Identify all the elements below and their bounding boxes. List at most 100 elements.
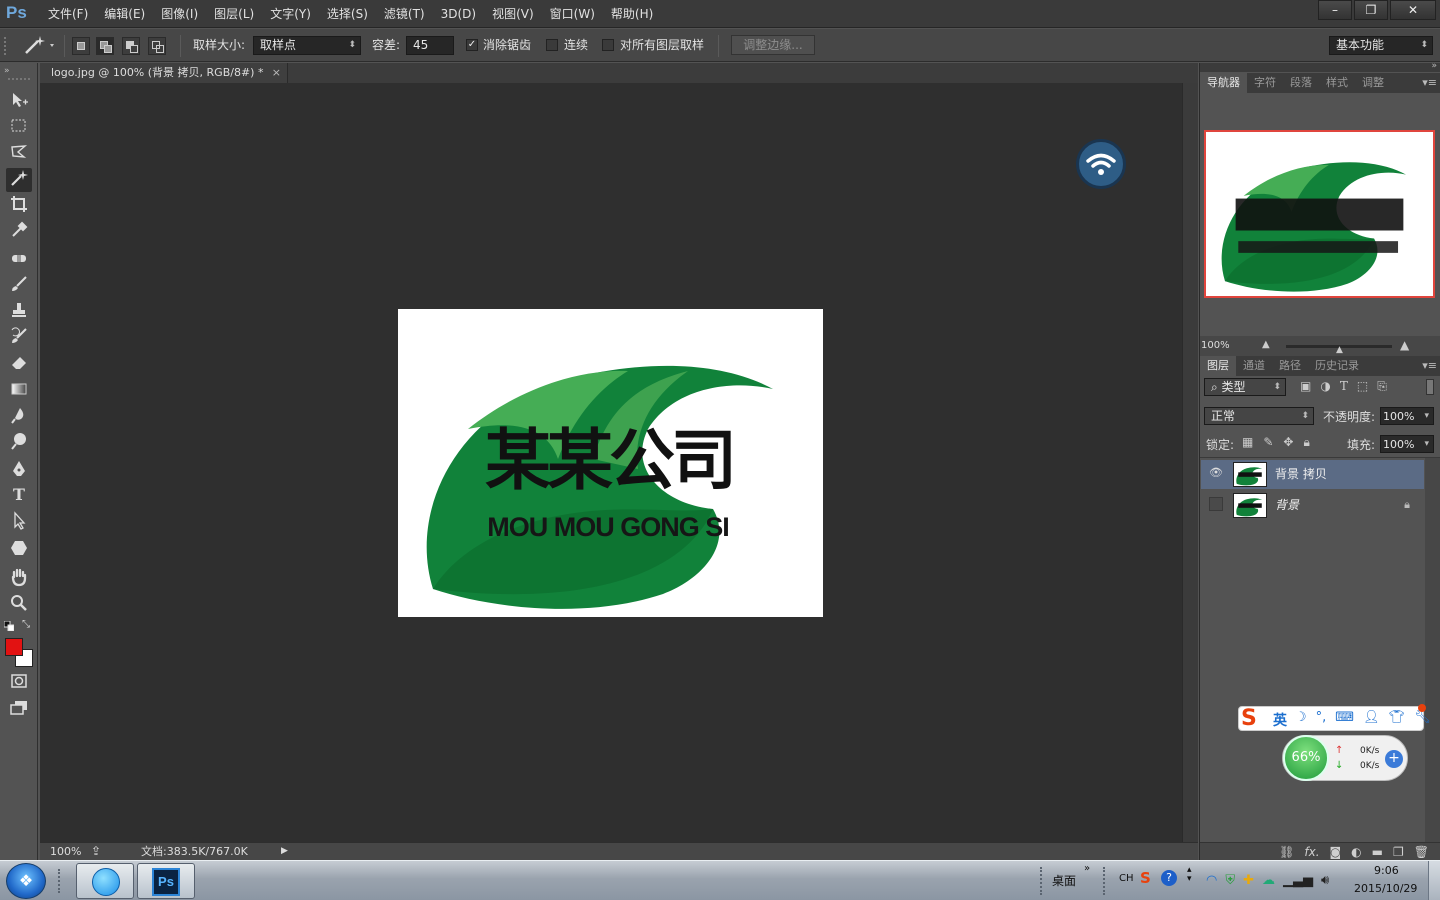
opacity-input[interactable]: 100% ▾ xyxy=(1380,407,1434,425)
skin-icon[interactable]: 👕︎ xyxy=(1389,710,1406,725)
tab-character[interactable]: 字符 xyxy=(1247,73,1283,93)
close-button[interactable]: ✕ xyxy=(1390,0,1436,20)
status-menu-arrow-icon[interactable]: ▶ xyxy=(281,843,288,860)
user-icon[interactable]: 👤︎ xyxy=(1363,710,1380,725)
new-selection-button[interactable] xyxy=(72,37,90,55)
foreground-color-swatch[interactable] xyxy=(5,638,23,656)
zoom-in-icon[interactable]: ▲ xyxy=(1400,335,1409,355)
type-filter-icon[interactable]: T xyxy=(1340,379,1348,394)
moon-icon[interactable]: ☽ xyxy=(1295,710,1307,725)
menu-layer[interactable]: 图层(L) xyxy=(206,0,262,28)
options-bar-grip[interactable] xyxy=(4,37,10,55)
lock-position-icon[interactable]: ✥ xyxy=(1283,435,1293,450)
layer-filter-select[interactable]: ⌕ 类型 ⬍ xyxy=(1204,378,1286,396)
gradient-tool[interactable] xyxy=(6,379,32,403)
memory-usage-ball[interactable]: 66% xyxy=(1283,735,1329,781)
contiguous-checkbox[interactable] xyxy=(546,39,558,51)
layer-row-background[interactable]: 背景 🔒︎ xyxy=(1201,491,1424,520)
sample-size-select[interactable]: 取样点 ⬍ xyxy=(253,36,361,55)
panel-menu-icon[interactable]: ▾≡ xyxy=(1422,356,1437,376)
tolerance-input[interactable]: 45 xyxy=(406,36,454,55)
screen-mode-button[interactable] xyxy=(6,697,32,721)
close-tab-icon[interactable]: × xyxy=(272,63,281,83)
dodge-tool[interactable] xyxy=(6,431,32,455)
sample-all-layers-checkbox[interactable] xyxy=(602,39,614,51)
signal-icon[interactable]: ▁▃▅ xyxy=(1283,873,1313,888)
sogou-logo-icon[interactable]: S xyxy=(1241,707,1269,731)
zoom-out-icon[interactable]: ▲ xyxy=(1262,335,1270,355)
history-brush-tool[interactable] xyxy=(6,326,32,350)
add-to-selection-button[interactable] xyxy=(96,37,114,55)
toolbar-expand-icon[interactable]: » xyxy=(1084,863,1090,874)
swap-colors-icon[interactable]: ⤡ xyxy=(22,619,30,630)
workspace-select[interactable]: 基本功能 ⬍ xyxy=(1329,36,1433,55)
zoom-tool[interactable] xyxy=(6,593,32,617)
input-language[interactable]: CH xyxy=(1119,873,1134,884)
shape-tool[interactable] xyxy=(6,538,32,562)
taskbar-app-photoshop[interactable]: Ps xyxy=(137,863,195,899)
lock-all-icon[interactable]: 🔒︎ xyxy=(1303,435,1309,450)
cloud-icon[interactable]: ☁︎ xyxy=(1262,873,1275,888)
pen-tool[interactable] xyxy=(6,459,32,483)
desktop-toolbar-label[interactable]: 桌面 xyxy=(1052,872,1076,889)
menu-file[interactable]: 文件(F) xyxy=(40,0,96,28)
help-icon[interactable]: ? xyxy=(1161,870,1177,886)
move-tool[interactable] xyxy=(6,90,32,114)
filter-toggle-switch[interactable] xyxy=(1426,379,1434,395)
link-layers-icon[interactable]: ⛓︎ xyxy=(1279,845,1294,859)
menu-type[interactable]: 文字(Y) xyxy=(262,0,319,28)
panel-menu-icon[interactable]: ▾≡ xyxy=(1422,73,1437,93)
wrench-icon[interactable]: 🔧︎ xyxy=(1414,710,1431,725)
keyboard-icon[interactable]: ⌨ xyxy=(1335,710,1354,725)
eraser-tool[interactable] xyxy=(6,352,32,376)
crop-tool[interactable] xyxy=(6,194,32,218)
menu-filter[interactable]: 滤镜(T) xyxy=(376,0,433,28)
clock-time[interactable]: 9:06 xyxy=(1374,864,1399,877)
adjustment-layer-icon[interactable]: ◐ xyxy=(1351,845,1361,859)
trash-icon[interactable]: 🗑︎ xyxy=(1414,845,1429,859)
menu-image[interactable]: 图像(I) xyxy=(153,0,206,28)
eye-icon[interactable]: 👁︎ xyxy=(1209,466,1223,480)
accelerate-icon[interactable]: + xyxy=(1385,750,1403,768)
layer-name[interactable]: 背景 拷贝 xyxy=(1275,460,1327,489)
clone-stamp-tool[interactable] xyxy=(6,300,32,324)
visibility-toggle[interactable] xyxy=(1209,497,1223,511)
lasso-tool[interactable] xyxy=(6,142,32,166)
layers-scrollbar[interactable] xyxy=(1425,458,1440,842)
tool-preset-picker[interactable] xyxy=(20,33,58,58)
refine-edge-button[interactable]: 调整边缘... xyxy=(731,35,815,55)
tab-channels[interactable]: 通道 xyxy=(1236,356,1272,376)
floating-wifi-widget[interactable] xyxy=(1076,139,1126,189)
tab-layers[interactable]: 图层 xyxy=(1200,356,1236,376)
document-tab[interactable]: logo.jpg @ 100% (背景 拷贝, RGB/8#) * × xyxy=(40,63,288,83)
tab-styles[interactable]: 样式 xyxy=(1319,73,1355,93)
zoom-slider[interactable]: ▲ xyxy=(1286,345,1392,355)
sogou-tray-icon[interactable]: S xyxy=(1140,869,1151,887)
subtract-from-selection-button[interactable] xyxy=(122,37,140,55)
volume-icon[interactable]: 🔊︎ xyxy=(1321,873,1329,888)
marquee-tool[interactable] xyxy=(6,116,32,140)
tab-paragraph[interactable]: 段落 xyxy=(1283,73,1319,93)
tray-options-icon[interactable]: ▴ ▾ xyxy=(1187,866,1192,884)
network-speed-widget[interactable]: 66% ↑ ↓ 0K/s 0K/s + xyxy=(1282,735,1408,781)
punctuation-icon[interactable]: °, xyxy=(1316,710,1327,725)
export-icon[interactable]: ⇪ xyxy=(91,843,101,860)
tab-navigator[interactable]: 导航器 xyxy=(1200,73,1247,93)
healing-brush-tool[interactable] xyxy=(6,248,32,272)
menu-window[interactable]: 窗口(W) xyxy=(542,0,603,28)
default-colors-icon[interactable] xyxy=(3,620,15,632)
fx-icon[interactable]: fx. xyxy=(1304,845,1319,859)
navigator-preview[interactable] xyxy=(1204,130,1435,298)
antialias-checkbox[interactable]: ✓ xyxy=(466,39,478,51)
pixel-filter-icon[interactable]: ▣ xyxy=(1300,379,1311,394)
document-image[interactable]: 某某公司 MOU MOU GONG SI xyxy=(398,309,823,617)
path-selection-tool[interactable] xyxy=(6,511,32,535)
intersect-selection-button[interactable] xyxy=(148,37,166,55)
wifi-tray-icon[interactable]: ◠ xyxy=(1206,873,1217,888)
ime-language[interactable]: 英 xyxy=(1273,710,1287,730)
add-mask-icon[interactable]: ◙ xyxy=(1330,845,1342,859)
menu-edit[interactable]: 编辑(E) xyxy=(96,0,153,28)
lock-pixels-icon[interactable]: ✎ xyxy=(1263,435,1273,450)
lock-transparency-icon[interactable]: ▦ xyxy=(1242,435,1253,450)
type-tool[interactable]: T xyxy=(6,485,32,509)
